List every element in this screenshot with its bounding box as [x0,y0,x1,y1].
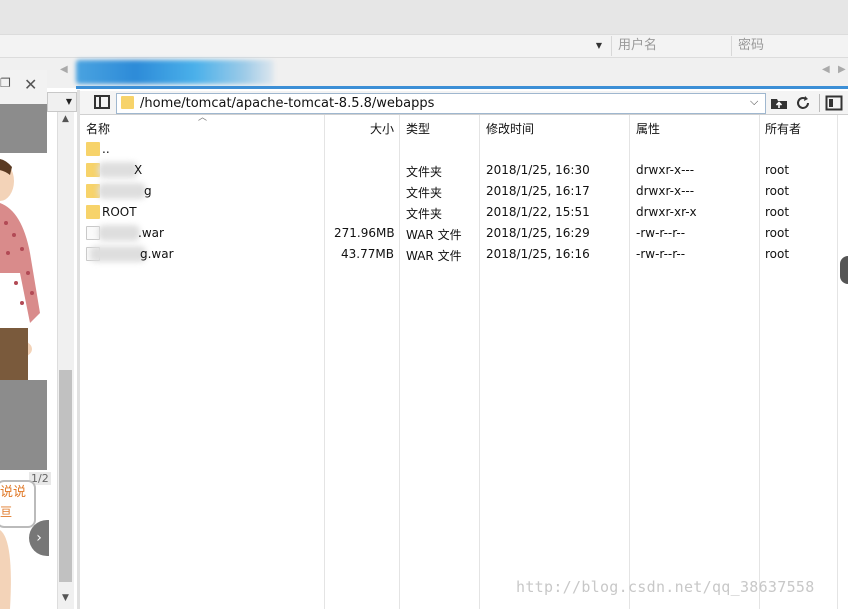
folder-icon [121,96,134,109]
file-attributes: -rw-r--r-- [636,247,686,261]
file-modified: 2018/1/25, 16:30 [486,163,590,177]
file-type: WAR 文件 [406,228,462,242]
table-row[interactable]: .. [80,139,848,160]
file-attributes: drwxr-x--- [636,163,695,177]
file-name: .. [102,142,110,156]
top-toolbar [0,0,848,34]
character-image [0,153,47,381]
scroll-up-icon[interactable]: ▲ [57,114,74,124]
redacted-name [98,183,146,199]
refresh-icon[interactable] [794,95,812,111]
file-owner: root [765,205,790,219]
tab-scroll-left-icon[interactable]: ◀ [60,64,68,75]
image-frame-top [0,104,47,154]
column-header-owner[interactable]: 所有者 [765,120,801,137]
password-field[interactable]: 密码 [731,36,848,56]
column-header-modified[interactable]: 修改时间 [486,120,534,137]
column-header-size[interactable]: 大小 [370,120,394,137]
left-panel-dropdown[interactable]: ▼ [47,92,77,112]
tab-scroll-right-icon[interactable]: ▶ [838,64,846,75]
speech-bubble-text: 说说 [0,485,27,500]
tab-session[interactable] [76,60,274,84]
file-owner: root [765,163,790,177]
file-name: X [134,163,143,177]
folder-icon [86,142,100,156]
file-size: 43.77MB [341,247,394,261]
column-header-type[interactable]: 类型 [406,120,430,137]
redacted-name [98,162,138,178]
path-text[interactable]: /home/tomcat/apache-tomcat-8.5.8/webapps [140,96,434,111]
scrollbar-thumb[interactable] [59,370,72,582]
file-modified: 2018/1/25, 16:16 [486,247,590,261]
file-modified: 2018/1/25, 16:29 [486,226,590,240]
file-size: 271.96MB [334,226,395,240]
sort-ascending-icon: ︿ [198,113,208,123]
table-row[interactable]: X 文件夹 2018/1/25, 16:30 drwxr-x--- root [80,160,848,181]
table-row[interactable]: g 文件夹 2018/1/25, 16:17 drwxr-x--- root [80,181,848,202]
file-attributes: -rw-r--r-- [636,226,686,240]
file-name: g [144,184,152,198]
file-owner: root [765,184,790,198]
table-row[interactable]: g.war 43.77MB WAR 文件 2018/1/25, 16:16 -r… [80,244,848,265]
folder-icon [86,205,100,219]
scroll-down-icon[interactable]: ▼ [57,593,74,603]
file-owner: root [765,247,790,261]
column-header-name[interactable]: 名称 [86,120,110,137]
file-name: g.war [140,247,174,261]
restore-icon[interactable]: ❐ [0,77,11,89]
file-modified: 2018/1/25, 16:17 [486,184,590,198]
file-type: 文件夹 [406,186,443,200]
redacted-name [98,225,140,241]
table-row[interactable]: .war 271.96MB WAR 文件 2018/1/25, 16:29 -r… [80,223,848,244]
file-attributes: drwxr-x--- [636,184,695,198]
watermark: http://blog.csdn.net/qq_38637558 [516,578,815,596]
file-owner: root [765,226,790,240]
details-pane-icon[interactable] [825,95,843,111]
file-modified: 2018/1/22, 15:51 [486,205,590,219]
image-frame-bottom [0,380,47,470]
file-type: WAR 文件 [406,249,462,263]
file-name: ROOT [102,205,137,219]
username-field[interactable]: 用户名 [611,36,731,56]
file-type: 文件夹 [406,207,443,221]
sidebar-toggle-icon[interactable] [94,95,110,109]
file-attributes: drwxr-xr-x [636,205,697,219]
scroll-handle-icon[interactable] [840,256,848,284]
file-name: .war [138,226,164,240]
close-icon[interactable]: ✕ [24,77,38,93]
tab-underline [76,86,848,89]
parent-folder-icon[interactable] [770,95,788,111]
host-dropdown-icon[interactable]: ▼ [591,36,607,56]
tab-scroll-left-icon[interactable]: ◀ [822,64,830,75]
toolbar-separator [819,94,820,112]
speech-bubble-subtext: 亘 [0,505,13,519]
column-header-attributes[interactable]: 属性 [636,120,660,137]
redacted-name [90,246,146,262]
chevron-down-icon[interactable]: ⌵ [750,95,758,109]
table-row[interactable]: ROOT 文件夹 2018/1/22, 15:51 drwxr-xr-x roo… [80,202,848,223]
file-type: 文件夹 [406,165,443,179]
